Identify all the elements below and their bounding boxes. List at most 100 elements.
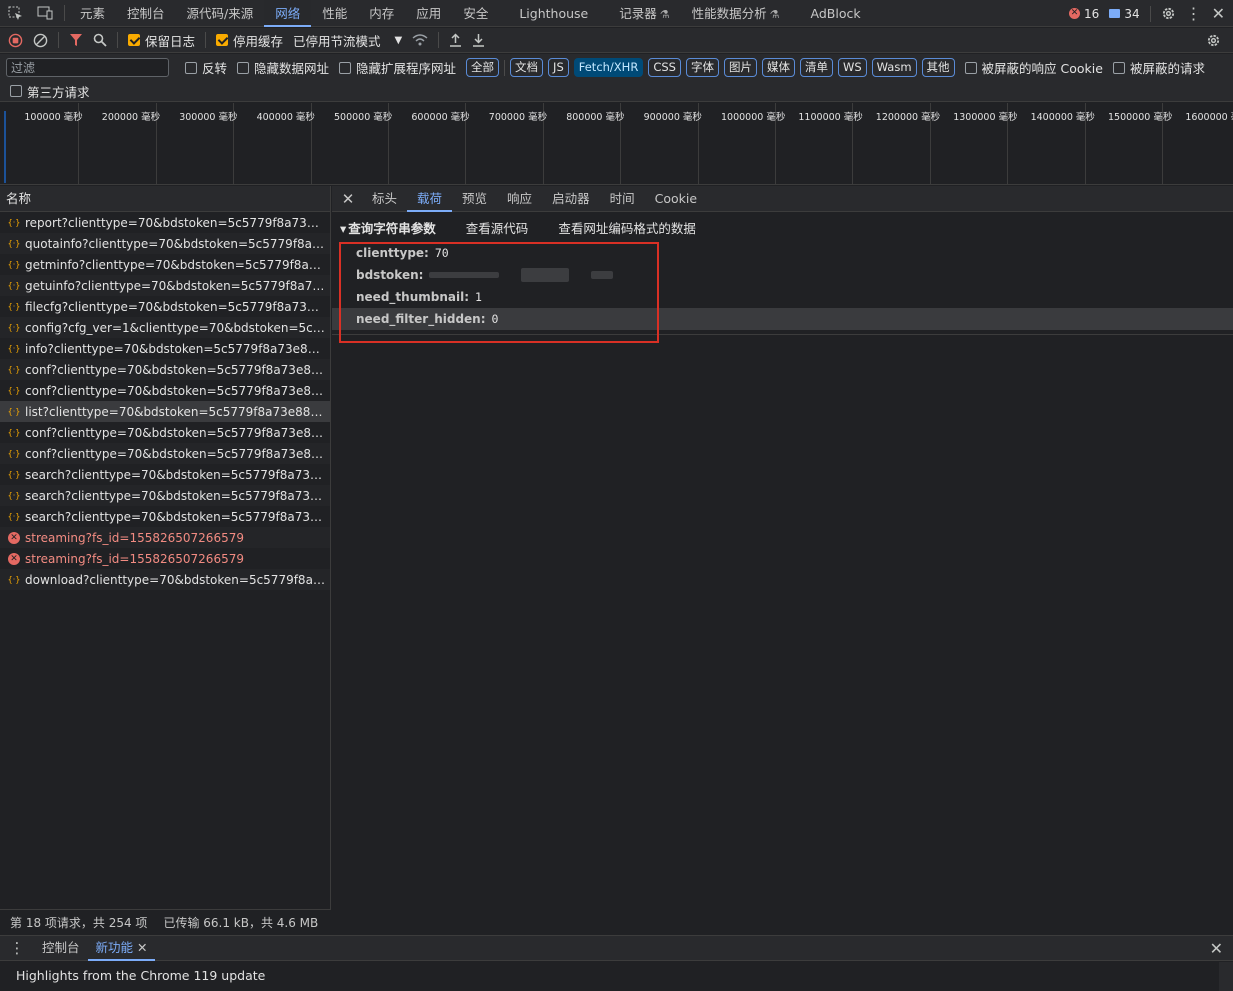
drawer-scrollbar[interactable] xyxy=(1219,962,1233,991)
device-toolbar-icon[interactable] xyxy=(30,0,60,27)
request-row[interactable]: {·} info?clienttype=70&bdstoken=5c5779f8a… xyxy=(0,338,330,359)
resource-type-filter[interactable]: 其他 xyxy=(921,58,955,77)
close-drawer-icon[interactable]: ✕ xyxy=(1210,939,1223,958)
hide-data-urls-checkbox[interactable]: 隐藏数据网址 xyxy=(237,58,329,77)
detail-tab[interactable]: 时间 xyxy=(600,186,645,212)
filter-input[interactable] xyxy=(6,58,169,77)
resource-type-filter[interactable]: 文档 xyxy=(510,58,544,77)
preserve-log-checkbox[interactable]: 保留日志 xyxy=(128,31,195,50)
detail-tab[interactable]: 启动器 xyxy=(542,186,600,212)
panel-tab[interactable]: 控制台 xyxy=(116,0,176,27)
view-url-encoded-link[interactable]: 查看网址编码格式的数据 xyxy=(558,218,696,237)
network-conditions-icon[interactable] xyxy=(412,33,428,47)
detail-tab[interactable]: 载荷 xyxy=(407,186,453,212)
disable-cache-checkbox[interactable]: 停用缓存 xyxy=(216,31,283,50)
panel-tab[interactable]: 性能数据分析 ⚗ xyxy=(681,0,791,27)
checkbox-box[interactable] xyxy=(237,61,250,74)
panel-tab[interactable]: 内存 xyxy=(358,0,405,27)
close-devtools-icon[interactable]: ✕ xyxy=(1212,4,1225,23)
panel-tab[interactable]: AdBlock xyxy=(791,0,881,27)
search-icon[interactable] xyxy=(93,33,107,47)
panel-tab[interactable]: 网络 xyxy=(264,0,312,27)
import-har-icon[interactable] xyxy=(449,33,462,47)
request-row[interactable]: {·} config?cfg_ver=1&clienttype=70&bdstok… xyxy=(0,317,330,338)
checkbox-box[interactable] xyxy=(339,61,352,74)
error-count-badge[interactable]: ✕ 16 xyxy=(1069,7,1099,21)
request-row[interactable]: {·} conf?clienttype=70&bdstoken=5c5779f8a… xyxy=(0,422,330,443)
close-detail-icon[interactable]: ✕ xyxy=(340,186,356,212)
resource-type-filter[interactable]: JS xyxy=(548,58,569,77)
request-row[interactable]: {·} search?clienttype=70&bdstoken=5c5779f… xyxy=(0,485,330,506)
stop-recording-icon[interactable] xyxy=(8,33,23,48)
drawer-menu-icon[interactable]: ⋮ xyxy=(0,939,34,957)
panel-tab[interactable]: 安全 xyxy=(452,0,499,27)
resource-type-filter[interactable]: 媒体 xyxy=(761,58,795,77)
invert-checkbox[interactable]: 反转 xyxy=(185,58,227,77)
blocked-response-cookies-checkbox[interactable]: 被屏蔽的响应 Cookie xyxy=(964,58,1103,77)
panel-tab[interactable]: Lighthouse xyxy=(499,0,608,27)
request-row[interactable]: {·} filecfg?clienttype=70&bdstoken=5c5779… xyxy=(0,296,330,317)
request-row[interactable]: {·} conf?clienttype=70&bdstoken=5c5779f8a… xyxy=(0,443,330,464)
request-row[interactable]: {·} search?clienttype=70&bdstoken=5c5779f… xyxy=(0,464,330,485)
request-row[interactable]: {·} getuinfo?clienttype=70&bdstoken=5c577… xyxy=(0,275,330,296)
network-summary-bar: 第 18 项请求，共 254 项 已传输 66.1 kB，共 4.6 MB F xyxy=(0,909,331,934)
view-source-link[interactable]: 查看源代码 xyxy=(466,218,529,237)
panel-tab[interactable]: 记录器 ⚗ xyxy=(608,0,680,27)
hide-extension-urls-checkbox[interactable]: 隐藏扩展程序网址 xyxy=(339,58,456,77)
request-row[interactable]: {·} getminfo?clienttype=70&bdstoken=5c577… xyxy=(0,254,330,275)
request-row[interactable]: {·} download?clienttype=70&bdstoken=5c577… xyxy=(0,569,330,590)
request-row[interactable]: {·} conf?clienttype=70&bdstoken=5c5779f8a… xyxy=(0,359,330,380)
checkbox-box[interactable] xyxy=(964,61,977,74)
resource-type-filter[interactable]: 字体 xyxy=(685,58,719,77)
drawer-tabs: 控制台 新功能 ✕ xyxy=(34,935,156,961)
panel-tab[interactable]: 应用 xyxy=(405,0,452,27)
resource-type-filter[interactable]: Fetch/XHR xyxy=(573,58,644,77)
checkbox-box[interactable] xyxy=(185,61,197,74)
resource-type-filter[interactable]: 清单 xyxy=(799,58,833,77)
checkbox-box[interactable] xyxy=(128,34,140,46)
resource-type-filter[interactable]: Wasm xyxy=(871,58,917,77)
resource-type-filter[interactable]: 图片 xyxy=(723,58,757,77)
request-row[interactable]: {·} report?clienttype=70&bdstoken=5c5779f… xyxy=(0,212,330,233)
filter-icon[interactable] xyxy=(69,33,83,47)
network-overview-timeline[interactable]: 100000 毫秒 200000 毫秒 300000 毫秒 400000 毫秒 5000… xyxy=(0,103,1233,185)
request-name: filecfg?clienttype=70&bdstoken=5c5779f8a… xyxy=(25,299,325,314)
devtools-tab-bar: 元素 控制台 源代码/来源 网络 性能 内存 应用 安全 Lighthouse 记录器 ⚗ 性能数据分… xyxy=(0,0,1233,27)
drawer-tab[interactable]: 新功能 ✕ xyxy=(87,935,156,961)
request-row[interactable]: ✕ streaming?fs_id=155826507266579 xyxy=(0,527,330,548)
checkbox-box[interactable] xyxy=(10,85,22,97)
resource-type-filter[interactable]: CSS xyxy=(648,58,681,77)
query-string-params-toggle[interactable]: 查询字符串参数 xyxy=(340,218,436,237)
request-row[interactable]: {·} search?clienttype=70&bdstoken=5c5779f… xyxy=(0,506,330,527)
blocked-requests-checkbox[interactable]: 被屏蔽的请求 xyxy=(1112,58,1205,77)
request-row[interactable]: {·} conf?clienttype=70&bdstoken=5c5779f8a… xyxy=(0,380,330,401)
drawer-tab[interactable]: 控制台 xyxy=(34,935,88,961)
detail-tab[interactable]: 预览 xyxy=(452,186,497,212)
checkbox-box[interactable] xyxy=(216,34,229,46)
request-name: report?clienttype=70&bdstoken=5c5779f8a7… xyxy=(25,215,325,230)
resource-type-filter[interactable]: 全部 xyxy=(466,58,500,77)
request-row[interactable]: {·} list?clienttype=70&bdstoken=5c5779f8a… xyxy=(0,401,330,422)
checkbox-label: 隐藏数据网址 xyxy=(254,61,330,76)
detail-tab[interactable]: Cookie xyxy=(645,186,707,212)
checkbox-box[interactable] xyxy=(1112,61,1125,74)
detail-tab[interactable]: 标头 xyxy=(362,186,407,212)
throttling-select[interactable]: 已停用节流模式 ▼ xyxy=(293,31,402,50)
panel-tab[interactable]: 源代码/来源 xyxy=(176,0,265,27)
name-column-header[interactable]: 名称 xyxy=(0,186,330,212)
panel-tab[interactable]: 元素 xyxy=(69,0,116,27)
message-count-badge[interactable]: 34 xyxy=(1109,7,1140,21)
third-party-requests-checkbox[interactable]: 第三方请求 xyxy=(10,82,90,101)
panel-tab[interactable]: 性能 xyxy=(311,0,358,27)
detail-tab[interactable]: 响应 xyxy=(497,186,542,212)
close-tab-icon[interactable]: ✕ xyxy=(133,940,147,955)
settings-gear-icon[interactable] xyxy=(1161,6,1176,21)
resource-type-filter[interactable]: WS xyxy=(837,58,867,77)
request-row[interactable]: ✕ streaming?fs_id=155826507266579 xyxy=(0,548,330,569)
network-settings-gear-icon[interactable] xyxy=(1206,33,1221,48)
export-har-icon[interactable] xyxy=(472,33,485,47)
clear-icon[interactable] xyxy=(33,33,48,48)
more-options-icon[interactable]: ⋮ xyxy=(1186,4,1202,23)
inspect-element-icon[interactable] xyxy=(0,0,30,27)
request-row[interactable]: {·} quotainfo?clienttype=70&bdstoken=5c57… xyxy=(0,233,330,254)
